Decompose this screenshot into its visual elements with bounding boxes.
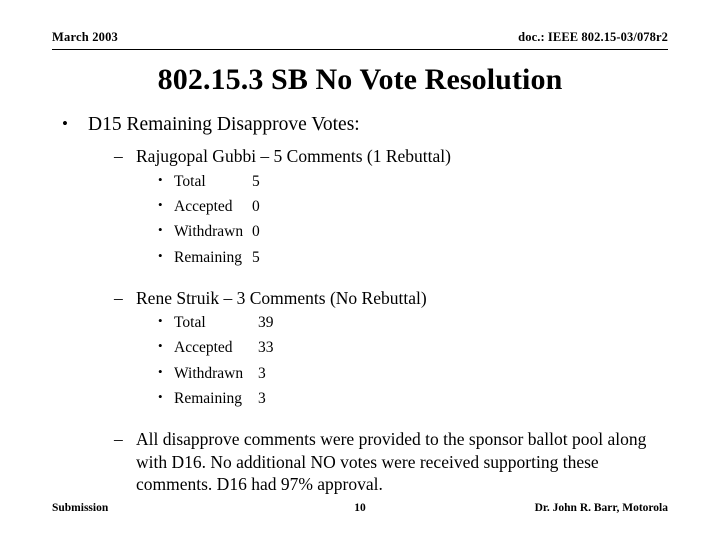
stat-label: Accepted (174, 198, 233, 216)
bullet-marker-level3: • (158, 247, 163, 263)
stat-label: Accepted (174, 339, 233, 357)
bullet-level2: – Rene Struik – 3 Comments (No Rebuttal) (52, 287, 672, 309)
bullet-marker-level3: • (158, 171, 163, 187)
stat-value: 5 (252, 172, 260, 190)
slide-header: March 2003 doc.: IEEE 802.15-03/078r2 (52, 30, 668, 52)
stat-value: 3 (258, 389, 266, 407)
bullet-level2: – Rajugopal Gubbi – 5 Comments (1 Rebutt… (52, 145, 672, 167)
stat-value: 5 (252, 248, 260, 266)
bullet-marker-level3: • (158, 363, 163, 379)
group-heading: Rajugopal Gubbi – 5 Comments (1 Rebuttal… (136, 146, 451, 167)
bullet-marker-level3: • (158, 388, 163, 404)
header-divider (52, 49, 668, 50)
page-title: 802.15.3 SB No Vote Resolution (157, 63, 563, 96)
stat-label: Remaining (174, 248, 243, 266)
bullet-level1-text: D15 Remaining Disapprove Votes: (88, 114, 360, 135)
header-date: March 2003 (52, 30, 118, 44)
slide-body: • D15 Remaining Disapprove Votes: – Raju… (52, 113, 672, 495)
list-item: • Withdrawn 3 (52, 362, 672, 385)
header-doc-number: doc.: IEEE 802.15-03/078r2 (518, 30, 668, 44)
stat-label: Total (174, 172, 206, 190)
list-item: • Remaining 3 (52, 387, 672, 410)
stat-label: Total (174, 314, 206, 332)
group-heading: Rene Struik – 3 Comments (No Rebuttal) (136, 287, 427, 308)
bullet-marker-level2: – (114, 146, 123, 167)
bullet-level2-closing: – All disapprove comments were provided … (52, 428, 672, 495)
stat-value: 0 (252, 223, 260, 241)
list-item: • Withdrawn 0 (52, 220, 672, 243)
stat-value: 3 (258, 364, 266, 382)
list-item: • Accepted 0 (52, 195, 672, 218)
footer-author: Dr. John R. Barr, Motorola (534, 502, 668, 514)
bullet-marker-level1: • (62, 114, 68, 133)
bullet-marker-level3: • (158, 197, 163, 213)
bullet-marker-level3: • (158, 222, 163, 238)
bullet-marker-level2: – (114, 429, 123, 450)
bullet-level1: • D15 Remaining Disapprove Votes: (52, 113, 672, 137)
slide-footer: Submission 10 Dr. John R. Barr, Motorola (52, 502, 668, 520)
list-item: • Accepted 33 (52, 336, 672, 359)
stat-label: Remaining (174, 389, 243, 407)
bullet-marker-level2: – (114, 287, 123, 308)
list-item: • Remaining 5 (52, 246, 672, 269)
stat-value: 0 (252, 198, 260, 216)
bullet-marker-level3: • (158, 313, 163, 329)
stat-value: 33 (258, 339, 274, 357)
list-item: • Total 39 (52, 311, 672, 334)
list-item: • Total 5 (52, 170, 672, 193)
stat-label: Withdrawn (174, 364, 244, 382)
stat-label: Withdrawn (174, 223, 244, 241)
stat-value: 39 (258, 314, 274, 332)
slide: March 2003 doc.: IEEE 802.15-03/078r2 80… (0, 0, 720, 540)
closing-text: All disapprove comments were provided to… (136, 429, 647, 494)
bullet-marker-level3: • (158, 338, 163, 354)
